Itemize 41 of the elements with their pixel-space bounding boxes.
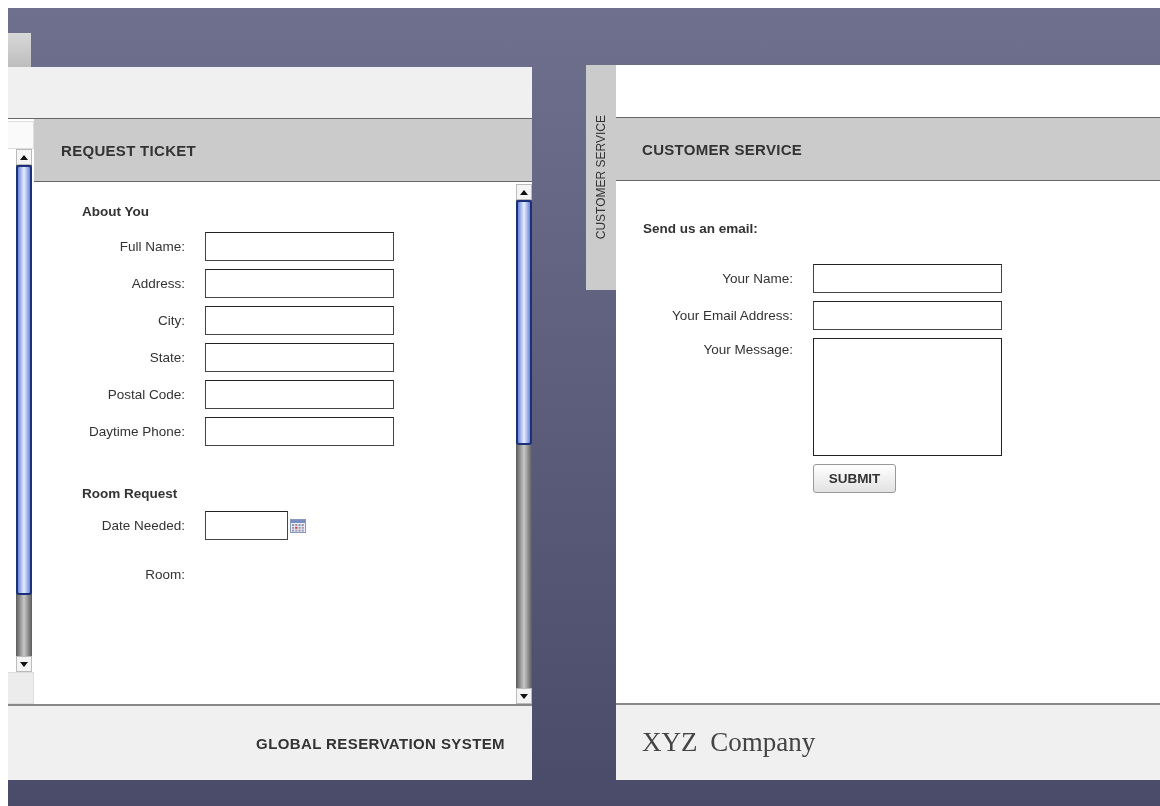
- scrollbar[interactable]: [16, 149, 32, 672]
- message-field[interactable]: [813, 338, 1002, 456]
- field-label: Address:: [130, 276, 185, 291]
- footer-title: GLOBAL RESERVATION SYSTEM: [256, 734, 505, 752]
- text-field[interactable]: [205, 343, 394, 372]
- scrollbar[interactable]: [516, 184, 532, 704]
- panel-title: REQUEST TICKET: [61, 141, 197, 159]
- field-label: Your Email Address:: [670, 308, 793, 323]
- side-tab[interactable]: CUSTOMER SERVICE: [586, 65, 616, 290]
- field-label: Full Name:: [118, 239, 185, 254]
- field-label: Your Message:: [702, 342, 793, 357]
- scroll-down-button[interactable]: [16, 656, 32, 672]
- down-arrow-icon: [520, 693, 528, 699]
- text-field[interactable]: [205, 232, 394, 261]
- section-heading: About You: [82, 204, 150, 219]
- text-field[interactable]: [205, 380, 394, 409]
- text-field[interactable]: [205, 269, 394, 298]
- field-label: State:: [148, 350, 185, 365]
- text-field[interactable]: [813, 264, 1002, 293]
- text-field[interactable]: [205, 306, 394, 335]
- field-label: Room:: [144, 567, 185, 582]
- field-label: Date Needed:: [100, 518, 185, 533]
- text-field[interactable]: [205, 417, 394, 446]
- field-label: Postal Code:: [106, 387, 185, 402]
- scroll-up-button[interactable]: [16, 149, 32, 165]
- field-label: City:: [157, 313, 185, 328]
- form-intro: Send us an email:: [643, 221, 759, 236]
- down-arrow-icon: [20, 661, 28, 667]
- panel-title: CUSTOMER SERVICE: [642, 140, 803, 158]
- section-heading: Room Request: [82, 486, 179, 501]
- scroll-down-button[interactable]: [516, 688, 532, 704]
- up-arrow-icon: [520, 189, 528, 195]
- date-field[interactable]: [205, 511, 288, 540]
- submit-button[interactable]: SUBMIT: [813, 464, 896, 493]
- calendar-icon[interactable]: [290, 518, 306, 533]
- field-label: Daytime Phone:: [87, 424, 185, 439]
- text-field[interactable]: [813, 301, 1002, 330]
- up-arrow-icon: [20, 154, 28, 160]
- field-label: Your Name:: [721, 271, 793, 286]
- company-logo: XYZ Company: [642, 727, 816, 758]
- scroll-up-button[interactable]: [516, 184, 532, 200]
